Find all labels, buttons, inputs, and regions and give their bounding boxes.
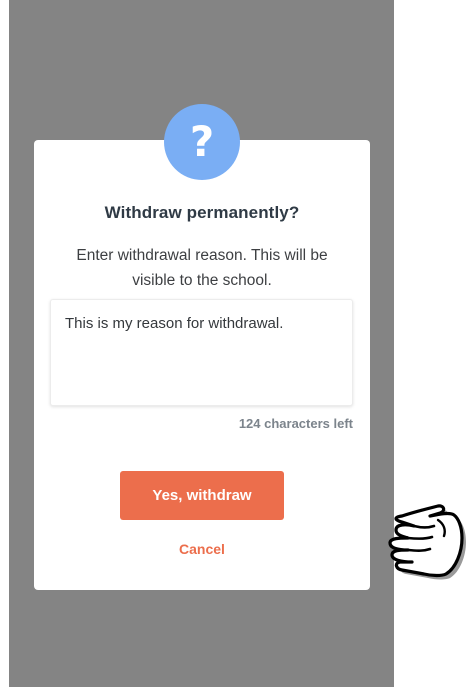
dialog-title: Withdraw permanently? — [104, 203, 300, 222]
withdrawal-reason-textarea[interactable]: This is my reason for withdrawal. — [50, 299, 353, 406]
dialog-message: Enter withdrawal reason. This will be vi… — [76, 247, 328, 289]
characters-left-counter: 124 characters left — [238, 416, 353, 431]
hand-pointer-icon — [372, 498, 466, 580]
confirm-withdraw-button[interactable]: Yes, withdraw — [120, 471, 284, 520]
svg-text:?: ? — [190, 117, 214, 166]
question-mark-icon: ? — [164, 104, 240, 180]
cancel-button[interactable]: Cancel — [150, 541, 254, 557]
